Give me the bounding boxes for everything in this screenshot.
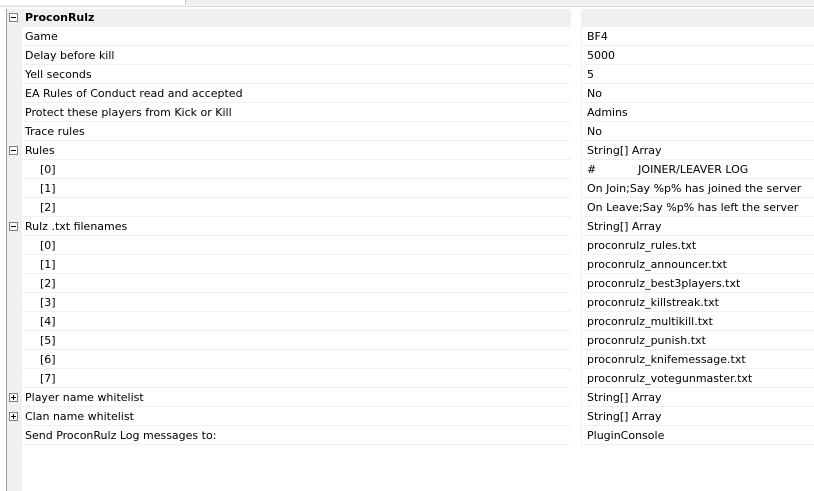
property-row-yell-seconds[interactable]: Yell seconds 5 <box>7 66 814 85</box>
rules-item-2[interactable]: [2] On Leave;Say %p% has left the server <box>7 199 814 218</box>
array-index: [2] <box>22 199 571 217</box>
filenames-item-4[interactable]: [4] proconrulz_multikill.txt <box>7 313 814 332</box>
array-value[interactable]: proconrulz_killstreak.txt <box>581 294 814 312</box>
rules-item-1[interactable]: [1] On Join;Say %p% has joined the serve… <box>7 180 814 199</box>
filenames-item-0[interactable]: [0] proconrulz_rules.txt <box>7 237 814 256</box>
property-value[interactable]: PluginConsole <box>581 427 814 445</box>
array-index: [0] <box>22 161 571 179</box>
array-index: [6] <box>22 351 571 369</box>
property-value[interactable]: 5000 <box>581 47 814 65</box>
array-index: [0] <box>22 237 571 255</box>
collapse-icon[interactable] <box>9 13 18 22</box>
array-index: [3] <box>22 294 571 312</box>
array-index: [5] <box>22 332 571 350</box>
property-row-log-target[interactable]: Send ProconRulz Log messages to: PluginC… <box>7 427 814 446</box>
property-name: Rules <box>22 142 571 160</box>
property-name: Protect these players from Kick or Kill <box>22 104 571 122</box>
property-value[interactable]: String[] Array <box>581 389 814 407</box>
property-name: Trace rules <box>22 123 571 141</box>
filenames-item-6[interactable]: [6] proconrulz_knifemessage.txt <box>7 351 814 370</box>
rules-item-0[interactable]: [0] # JOINER/LEAVER LOG <box>7 161 814 180</box>
category-value-cell <box>581 9 814 27</box>
property-row-game[interactable]: Game BF4 <box>7 28 814 47</box>
expand-icon[interactable] <box>9 412 18 421</box>
array-value[interactable]: On Leave;Say %p% has left the server <box>581 199 814 217</box>
collapse-icon[interactable] <box>9 222 18 231</box>
collapse-icon[interactable] <box>9 146 18 155</box>
array-value[interactable]: proconrulz_votegunmaster.txt <box>581 370 814 388</box>
property-row-delay-before-kill[interactable]: Delay before kill 5000 <box>7 47 814 66</box>
property-row-ea-rules[interactable]: EA Rules of Conduct read and accepted No <box>7 85 814 104</box>
category-label: ProconRulz <box>22 9 571 27</box>
active-tab-edge <box>0 0 186 5</box>
property-value[interactable]: BF4 <box>581 28 814 46</box>
property-value[interactable]: Admins <box>581 104 814 122</box>
property-name: Player name whitelist <box>22 389 571 407</box>
array-value[interactable]: proconrulz_rules.txt <box>581 237 814 255</box>
array-value[interactable]: proconrulz_punish.txt <box>581 332 814 350</box>
property-name: Game <box>22 28 571 46</box>
property-row-protect-players[interactable]: Protect these players from Kick or Kill … <box>7 104 814 123</box>
filenames-item-1[interactable]: [1] proconrulz_announcer.txt <box>7 256 814 275</box>
array-value[interactable]: proconrulz_knifemessage.txt <box>581 351 814 369</box>
property-value[interactable]: String[] Array <box>581 408 814 426</box>
top-tab-strip <box>0 0 814 7</box>
property-row-rulz-filenames[interactable]: Rulz .txt filenames String[] Array <box>7 218 814 237</box>
array-value[interactable]: proconrulz_best3players.txt <box>581 275 814 293</box>
array-index: [7] <box>22 370 571 388</box>
property-value[interactable]: String[] Array <box>581 218 814 236</box>
property-row-clan-whitelist[interactable]: Clan name whitelist String[] Array <box>7 408 814 427</box>
property-value[interactable]: String[] Array <box>581 142 814 160</box>
array-value[interactable]: proconrulz_multikill.txt <box>581 313 814 331</box>
array-index: [1] <box>22 180 571 198</box>
property-name: Rulz .txt filenames <box>22 218 571 236</box>
property-name: Send ProconRulz Log messages to: <box>22 427 571 445</box>
filenames-item-7[interactable]: [7] proconrulz_votegunmaster.txt <box>7 370 814 389</box>
filenames-item-5[interactable]: [5] proconrulz_punish.txt <box>7 332 814 351</box>
array-value[interactable]: # JOINER/LEAVER LOG <box>581 161 814 179</box>
filenames-item-3[interactable]: [3] proconrulz_killstreak.txt <box>7 294 814 313</box>
property-row-rules[interactable]: Rules String[] Array <box>7 142 814 161</box>
property-row-trace-rules[interactable]: Trace rules No <box>7 123 814 142</box>
property-name: Delay before kill <box>22 47 571 65</box>
property-name: Clan name whitelist <box>22 408 571 426</box>
property-name: Yell seconds <box>22 66 571 84</box>
array-value[interactable]: On Join;Say %p% has joined the server <box>581 180 814 198</box>
property-value[interactable]: 5 <box>581 66 814 84</box>
property-name: EA Rules of Conduct read and accepted <box>22 85 571 103</box>
array-index: [2] <box>22 275 571 293</box>
expand-icon[interactable] <box>9 393 18 402</box>
property-value[interactable]: No <box>581 85 814 103</box>
category-proconrulz[interactable]: ProconRulz <box>7 9 814 28</box>
property-value[interactable]: No <box>581 123 814 141</box>
property-row-player-whitelist[interactable]: Player name whitelist String[] Array <box>7 389 814 408</box>
property-grid-empty-area <box>22 446 814 491</box>
array-index: [4] <box>22 313 571 331</box>
array-value[interactable]: proconrulz_announcer.txt <box>581 256 814 274</box>
array-index: [1] <box>22 256 571 274</box>
property-grid[interactable]: ProconRulz Game BF4 Delay before kill 50… <box>6 9 814 491</box>
filenames-item-2[interactable]: [2] proconrulz_best3players.txt <box>7 275 814 294</box>
